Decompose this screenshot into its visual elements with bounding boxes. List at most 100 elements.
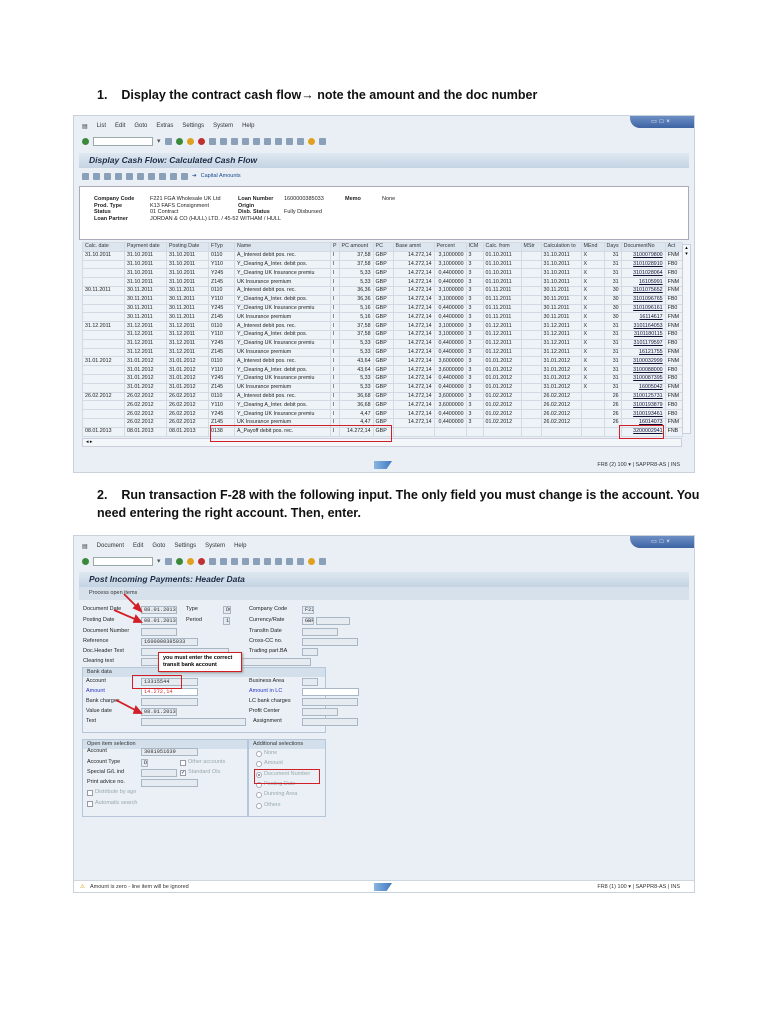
filter-icon[interactable] (104, 172, 111, 180)
column-header[interactable]: DocumentNo (620, 242, 666, 252)
document-number-link[interactable]: 3101096765 (620, 294, 666, 305)
back-icon[interactable] (175, 137, 183, 145)
table-row[interactable]: 31.12.2011 31.12.2011 Y245 Y_Clearing UK In… (82, 338, 683, 349)
table-row[interactable]: 30.11.2011 30.11.2011 30.11.2011 0110 A_Inte… (82, 285, 683, 296)
subtotal-icon[interactable] (137, 172, 144, 180)
arrow-right-icon[interactable]: ➔ (192, 173, 197, 179)
vertical-scrollbar[interactable]: ▴ ▾ (682, 244, 691, 434)
prev-page-icon[interactable] (252, 137, 260, 145)
column-header[interactable]: ICM (465, 242, 484, 252)
table-row[interactable]: 31.01.2012 31.01.2012 Y245 Y_Clearing UK In… (82, 373, 683, 384)
table-row[interactable]: 26.02.2012 26.02.2012 Z145 UK Insurance pre… (82, 417, 683, 428)
filter-delete-icon[interactable] (115, 172, 122, 180)
column-header[interactable]: P (330, 242, 340, 252)
table-row[interactable]: 26.02.2012 26.02.2012 Y110 Y_Clearing A_Int… (82, 400, 683, 411)
capital-amounts-button[interactable]: Capital Amounts (201, 173, 241, 179)
table-row[interactable]: 31.10.2011 31.10.2011 31.10.2011 0110 A_Inte… (82, 250, 683, 261)
table-row[interactable]: 30.11.2011 30.11.2011 Z145 UK Insurance pre… (82, 312, 683, 323)
layout-select-icon[interactable] (181, 172, 188, 180)
document-number-link[interactable]: 3100079800 (620, 250, 666, 261)
document-number-link[interactable]: 3100032999 (620, 356, 666, 367)
system-info[interactable]: FR8 (1) 100 ▾ | SAPPR8-AS | INS (597, 881, 680, 893)
column-header[interactable]: Days (603, 242, 622, 252)
table-row[interactable]: 31.10.2011 31.10.2011 Z145 UK Insurance pre… (82, 277, 683, 287)
last-page-icon[interactable] (274, 137, 282, 145)
next-page-icon[interactable] (263, 137, 271, 145)
column-header[interactable]: Name (234, 242, 331, 252)
export-icon[interactable] (159, 172, 166, 180)
window-controls[interactable]: ▭□× (630, 116, 694, 128)
table-row[interactable]: 26.02.2012 26.02.2012 26.02.2012 0110 A_Inte… (82, 391, 683, 402)
document-number-link[interactable]: 3100193879 (620, 400, 666, 411)
document-number-link[interactable]: 3101179597 (620, 338, 666, 349)
table-row[interactable]: 31.12.2011 31.12.2011 31.12.2011 0110 A_Inte… (82, 321, 683, 331)
document-number-link[interactable]: 16014073 (620, 417, 666, 428)
print-preview-icon[interactable] (148, 172, 155, 180)
column-header[interactable]: MEnd (580, 242, 605, 252)
column-header[interactable]: PC amount (338, 242, 374, 252)
find-next-icon[interactable] (230, 137, 238, 145)
document-number-link[interactable]: 16114617 (620, 312, 666, 323)
grid-icon[interactable] (170, 172, 177, 180)
column-header[interactable]: Calc. date (82, 242, 125, 252)
layout-icon[interactable] (318, 137, 326, 145)
cancel-icon[interactable] (197, 137, 205, 145)
column-header[interactable]: MStr (520, 242, 542, 252)
document-number-link[interactable]: 16005042 (620, 382, 666, 393)
table-row[interactable]: 31.01.2012 31.01.2012 31.01.2012 0110 A_Inte… (82, 356, 683, 367)
table-row[interactable]: 26.02.2012 26.02.2012 Y245 Y_Clearing UK In… (82, 409, 683, 419)
table-row[interactable]: 30.11.2011 30.11.2011 Y245 Y_Clearing UK In… (82, 303, 683, 314)
document-number-link[interactable]: 3101096161 (620, 303, 666, 314)
document-number-link[interactable]: 3101028064 (620, 268, 666, 279)
menu-list[interactable]: List (97, 123, 106, 129)
document-number-link[interactable]: 3100087395 (620, 373, 666, 384)
new-session-icon[interactable] (285, 137, 293, 145)
table-row[interactable]: 31.10.2011 31.10.2011 Y245 Y_Clearing UK In… (82, 268, 683, 279)
document-number-link[interactable]: 3100125731 (620, 391, 666, 402)
column-header[interactable]: Payment date (124, 242, 167, 252)
menu-extras[interactable]: Extras (156, 123, 173, 129)
command-field[interactable] (93, 136, 153, 146)
document-number-link[interactable]: 16105991 (620, 277, 666, 287)
table-row[interactable]: 08.01.2013 08.01.2013 08.01.2013 0138 A_Payo… (82, 426, 683, 437)
system-info[interactable]: FR8 (2) 100 ▾ | SAPPR8-AS | INS (597, 459, 680, 471)
details-icon[interactable] (82, 172, 89, 180)
print-icon[interactable] (208, 137, 216, 145)
document-number-link[interactable]: 3200002941 (620, 426, 666, 437)
help-icon[interactable] (307, 137, 315, 145)
table-row[interactable]: 31.01.2012 31.01.2012 Z145 UK Insurance pre… (82, 382, 683, 393)
column-header[interactable]: FTyp (208, 242, 235, 252)
find-icon[interactable] (219, 137, 227, 145)
table-row[interactable]: 31.01.2012 31.01.2012 Y110 Y_Clearing A_Int… (82, 365, 683, 375)
column-header[interactable]: Percent (433, 242, 467, 252)
menu-help[interactable]: Help (242, 123, 254, 129)
table-row[interactable]: 30.11.2011 30.11.2011 Y110 Y_Clearing A_Int… (82, 294, 683, 305)
document-number-link[interactable]: 3101164053 (620, 321, 666, 331)
column-header[interactable]: Base amnt (392, 242, 435, 252)
sum-icon[interactable] (126, 172, 133, 180)
column-header[interactable]: Calc. from (482, 242, 522, 252)
horizontal-scrollbar[interactable]: ◂ ▸ (82, 438, 682, 447)
status-message[interactable]: Amount is zero - line item will be ignor… (90, 881, 189, 893)
menu-icon[interactable]: ▤ (82, 123, 88, 130)
column-header[interactable]: Posting Date (166, 242, 209, 252)
menu-settings[interactable]: Settings (182, 123, 204, 129)
document-number-link[interactable]: 3100088000 (620, 365, 666, 375)
menu-edit[interactable]: Edit (115, 123, 125, 129)
menu-goto[interactable]: Goto (134, 123, 147, 129)
column-header[interactable]: Calculation to (540, 242, 582, 252)
document-number-link[interactable]: 3101075652 (620, 285, 666, 296)
table-row[interactable]: 31.12.2011 31.12.2011 Z145 UK Insurance pre… (82, 347, 683, 358)
document-number-link[interactable]: 3100193461 (620, 409, 666, 419)
sort-asc-icon[interactable] (93, 172, 100, 180)
shortcut-icon[interactable] (296, 137, 304, 145)
document-number-link[interactable]: 3101180115 (620, 329, 666, 340)
dropdown-icon[interactable]: ▾ (157, 137, 161, 145)
column-header[interactable]: PC (372, 242, 394, 252)
table-row[interactable]: 31.12.2011 31.12.2011 Y110 Y_Clearing A_Int… (82, 329, 683, 340)
column-header[interactable]: Act (664, 242, 683, 252)
table-row[interactable]: 31.10.2011 31.10.2011 Y110 Y_Clearing A_Int… (82, 259, 683, 270)
document-number-link[interactable]: 16121755 (620, 347, 666, 358)
first-page-icon[interactable] (241, 137, 249, 145)
exit-icon[interactable] (186, 137, 194, 145)
